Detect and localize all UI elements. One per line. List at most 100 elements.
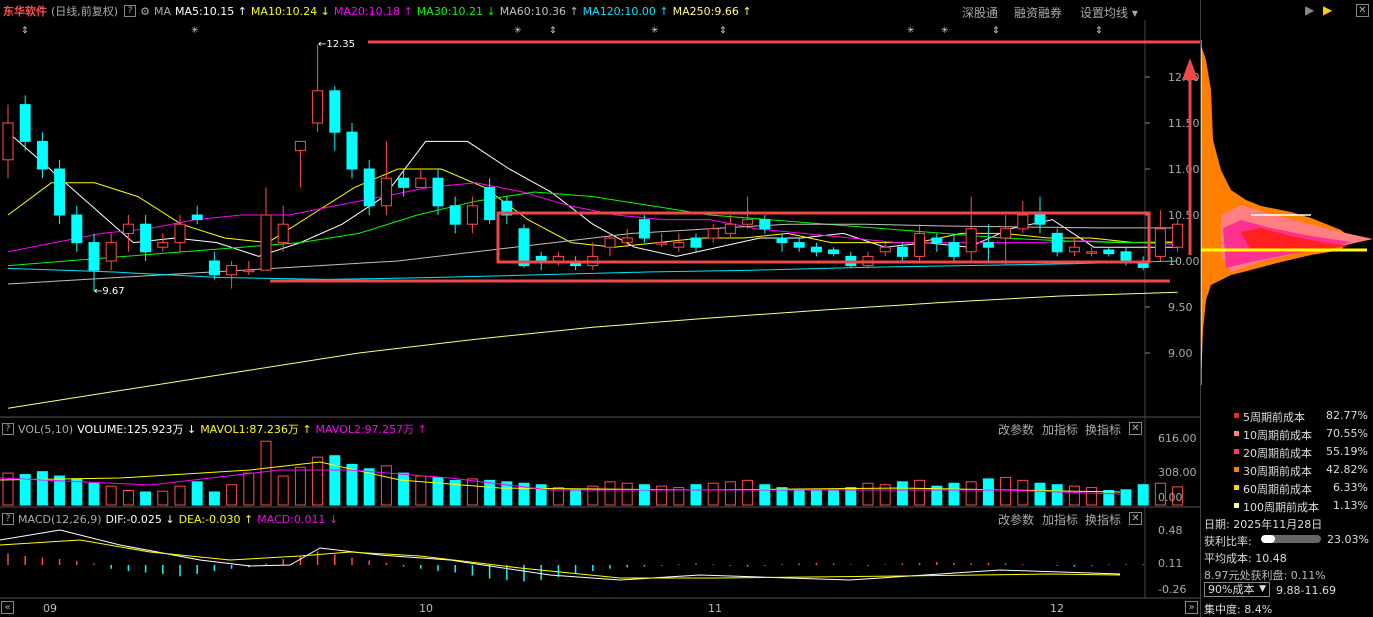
volume-bar <box>88 482 100 506</box>
candle-body <box>1154 228 1166 257</box>
event-marker-icon: ✳ <box>907 26 915 36</box>
vol-close-icon[interactable]: ✕ <box>1129 422 1142 435</box>
chip-distribution-panel: ▶ ▶ ✕ 5周期前成本 82.77% 10周期前成本 70.55% 20周期前… <box>1200 0 1373 617</box>
candle-body <box>759 219 771 230</box>
volume-bar <box>742 479 754 506</box>
volume-bar <box>621 482 633 506</box>
volume-bar <box>140 491 152 506</box>
low-price-annotation: ←9.67 <box>94 286 125 297</box>
candle-body <box>1017 214 1029 230</box>
candle-body <box>398 177 410 188</box>
help-icon[interactable]: ? <box>2 423 14 435</box>
help-icon[interactable]: ? <box>124 5 137 17</box>
candle-body <box>36 140 48 170</box>
legend-pct: 6.33% <box>1333 481 1368 494</box>
macd-close-icon[interactable]: ✕ <box>1129 512 1142 525</box>
period-label: (日线,前复权) <box>51 5 119 18</box>
candle-body <box>690 237 702 248</box>
volume-bar <box>690 484 702 506</box>
candle-body <box>1172 223 1184 248</box>
candle-body <box>208 260 220 276</box>
volume-bar <box>294 466 306 506</box>
legend-label: 30周期前成本 <box>1243 465 1312 478</box>
vol-add-indicator-button[interactable]: 加指标 <box>1042 421 1078 438</box>
event-marker-icon: ⇕ <box>719 26 727 36</box>
candle-body <box>71 214 83 244</box>
candle-body <box>879 246 891 253</box>
volume-bar <box>1017 479 1029 506</box>
help-icon[interactable]: ? <box>2 513 14 525</box>
macd-params-button[interactable]: 改参数 <box>998 511 1034 528</box>
volume-bar <box>535 484 547 506</box>
ma-settings-button[interactable]: 设置均线 ▾ <box>1080 4 1138 21</box>
volume-bar <box>982 478 994 506</box>
candle-body <box>604 237 616 248</box>
candle-body <box>2 122 14 161</box>
vol-params-button[interactable]: 改参数 <box>998 421 1034 438</box>
mavol1-value: MAVOL1:87.236万 ↑ <box>200 423 312 436</box>
candle-body <box>638 219 650 239</box>
volume-bar <box>157 490 169 506</box>
volume-bar <box>1068 485 1080 506</box>
vol-title: VOL(5,10) <box>18 422 74 436</box>
volume-bar <box>759 484 771 506</box>
volume-bar <box>638 484 650 506</box>
rzrq-button[interactable]: 融资融券 <box>1014 4 1062 21</box>
candle-body <box>174 223 186 244</box>
drawn-up-arrow-head <box>1182 58 1198 80</box>
settings-gear-icon[interactable]: ⚙ <box>140 5 150 18</box>
candle-body <box>673 242 685 248</box>
month-label: 10 <box>419 602 433 615</box>
legend-pct: 42.82% <box>1326 463 1368 476</box>
volume-bar <box>1137 484 1149 506</box>
sgt-button[interactable]: 深股通 <box>962 4 998 21</box>
candle-body <box>294 140 306 152</box>
volume-bar <box>36 471 48 506</box>
ma10-value: MA10:10.24 ↓ <box>250 4 330 18</box>
legend-swatch <box>1234 449 1239 454</box>
high-price-annotation: ←12.35 <box>318 39 355 50</box>
candle-body <box>346 131 358 170</box>
cost-select[interactable]: 90%成本 ▼ <box>1204 582 1270 597</box>
candle-body <box>707 228 719 239</box>
macd-value: MACD:0.011 ↓ <box>257 512 339 526</box>
volume-bar <box>965 481 977 506</box>
scroll-right-icon[interactable]: » <box>1185 601 1198 614</box>
price-axis-label: 9.00 <box>1168 347 1193 360</box>
profit-ratio-label: 获利比率: <box>1204 535 1252 548</box>
scroll-left-icon[interactable]: « <box>1 601 14 614</box>
candle-body <box>105 242 117 262</box>
candle-body <box>965 228 977 253</box>
volume-bar <box>174 485 186 506</box>
chevron-down-icon: ▼ <box>1259 584 1266 594</box>
vol-switch-indicator-button[interactable]: 换指标 <box>1085 421 1121 438</box>
candle-body <box>260 214 272 271</box>
volume-bar <box>226 484 238 506</box>
macd-add-indicator-button[interactable]: 加指标 <box>1042 511 1078 528</box>
volume-bar <box>948 482 960 506</box>
candle-body <box>1120 251 1132 262</box>
stock-name[interactable]: 东华软件 <box>3 3 47 19</box>
candle-body <box>88 242 100 271</box>
ma-label: MA <box>153 4 171 18</box>
ma20-value: MA20:10.18 ↑ <box>333 4 413 18</box>
candle-body <box>810 246 822 253</box>
date-info: 日期: 2025年11月28日 <box>1204 518 1323 531</box>
legend-pct: 70.55% <box>1326 427 1368 440</box>
volume-bar <box>122 490 134 506</box>
volume-bar <box>243 472 255 506</box>
volume-bar <box>380 465 392 506</box>
volume-bar <box>415 475 427 506</box>
macd-switch-indicator-button[interactable]: 换指标 <box>1085 511 1121 528</box>
candle-body <box>742 219 754 225</box>
legend-swatch <box>1234 467 1239 472</box>
candle-body <box>226 265 238 276</box>
month-label: 09 <box>43 602 57 615</box>
chip-distribution-chart <box>1201 40 1373 385</box>
candle-body <box>1051 232 1063 253</box>
volume-bar <box>862 482 874 506</box>
candle-body <box>484 186 496 221</box>
macd-axis-label: -0.26 <box>1158 583 1186 596</box>
price-axis-label: 9.50 <box>1168 301 1193 314</box>
profit-ratio-pct: 23.03% <box>1327 533 1369 546</box>
